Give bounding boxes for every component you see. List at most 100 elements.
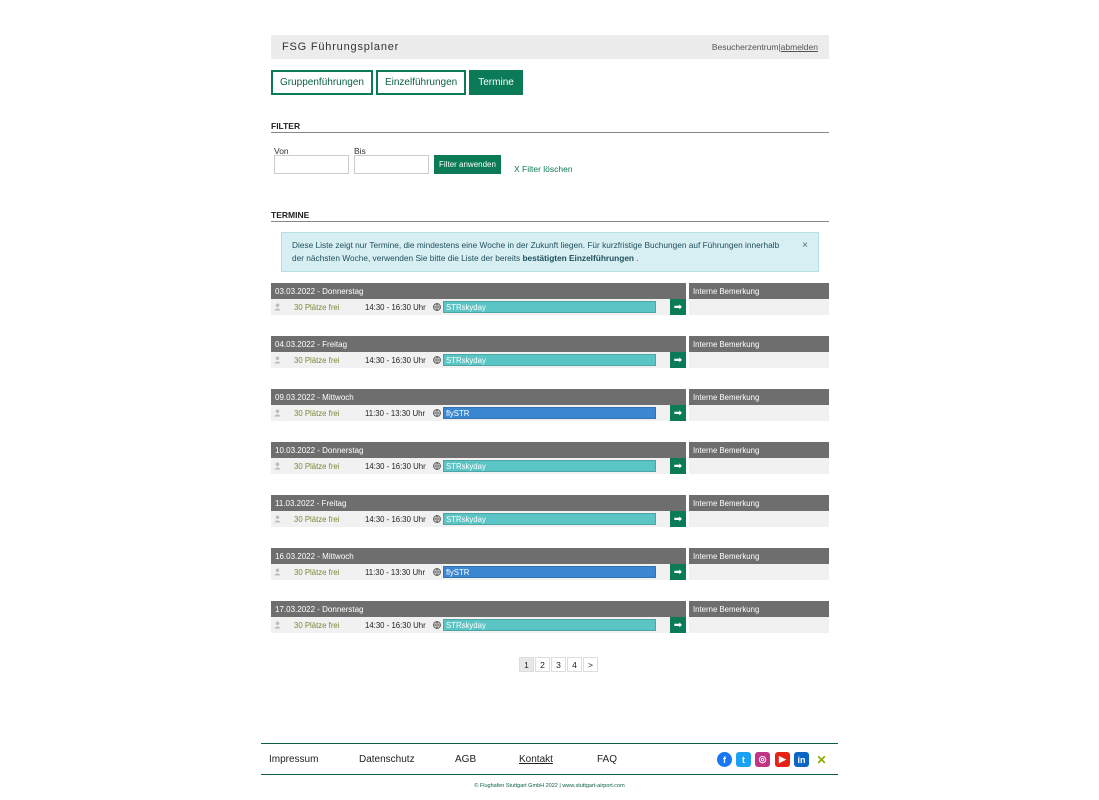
time-range: 11:30 - 13:30 Uhr xyxy=(365,567,426,577)
person-icon xyxy=(274,462,281,470)
close-icon[interactable]: × xyxy=(802,239,808,252)
footer: Impressum Datenschutz AGB Kontakt FAQ ft… xyxy=(261,743,838,775)
copyright: © Flughafen Stuttgart GmbH 2022 | www.st… xyxy=(474,783,625,789)
filter-heading: FILTER xyxy=(271,121,829,133)
filter-form: Von Bis Filter anwenden X Filter löschen xyxy=(271,133,829,183)
person-icon xyxy=(274,356,281,364)
remark-header: Interne Bemerkung xyxy=(689,442,829,458)
internal-remark-field[interactable] xyxy=(689,511,829,527)
arrow-right-icon[interactable]: ➡ xyxy=(670,511,686,527)
tour-name-bar: STRskyday xyxy=(443,619,656,631)
appointment-row: 30 Plätze frei 14:30 - 16:30 Uhr STRskyday… xyxy=(271,511,686,527)
appointment-list: 03.03.2022 - Donnerstag Interne Bemerkung… xyxy=(271,283,829,633)
instagram-icon[interactable]: ◎ xyxy=(755,752,770,767)
page-button[interactable]: 4 xyxy=(567,657,582,672)
tour-name-bar: STRskyday xyxy=(443,513,656,525)
globe-icon xyxy=(433,303,441,311)
appointment-date: 17.03.2022 - Donnerstag xyxy=(271,601,686,617)
free-places: 30 Plätze frei xyxy=(294,461,340,471)
free-places: 30 Plätze frei xyxy=(294,302,340,312)
tour-name-bar: STRskyday xyxy=(443,301,656,313)
internal-remark-field[interactable] xyxy=(689,564,829,580)
globe-icon xyxy=(433,409,441,417)
app-title: FSG Führungsplaner xyxy=(282,41,400,53)
internal-remark-field[interactable] xyxy=(689,352,829,368)
globe-icon xyxy=(433,621,441,629)
internal-remark-field[interactable] xyxy=(689,458,829,474)
person-icon xyxy=(274,568,281,576)
appointment-date: 10.03.2022 - Donnerstag xyxy=(271,442,686,458)
twitter-icon[interactable]: t xyxy=(736,752,751,767)
tab-termine[interactable]: Termine xyxy=(469,70,523,95)
remark-header: Interne Bemerkung xyxy=(689,283,829,299)
appointment-row: 30 Plätze frei 14:30 - 16:30 Uhr STRskyday… xyxy=(271,299,686,315)
appointment-group: 16.03.2022 - Mittwoch Interne Bemerkung 30… xyxy=(271,548,829,580)
arrow-right-icon[interactable]: ➡ xyxy=(670,564,686,580)
time-range: 14:30 - 16:30 Uhr xyxy=(365,302,426,312)
free-places: 30 Plätze frei xyxy=(294,355,340,365)
appointment-date: 04.03.2022 - Freitag xyxy=(271,336,686,352)
from-date-input[interactable] xyxy=(274,155,349,174)
top-bar: FSG Führungsplaner Besucherzentrum|abmel… xyxy=(271,35,829,59)
pagination: 1 2 3 4 > xyxy=(519,657,599,672)
tour-name-bar: flySTR xyxy=(443,566,656,578)
next-page-button[interactable]: > xyxy=(583,657,598,672)
remark-header: Interne Bemerkung xyxy=(689,336,829,352)
arrow-right-icon[interactable]: ➡ xyxy=(670,405,686,421)
arrow-right-icon[interactable]: ➡ xyxy=(670,617,686,633)
time-range: 14:30 - 16:30 Uhr xyxy=(365,514,426,524)
appointment-group: 04.03.2022 - Freitag Interne Bemerkung 30 … xyxy=(271,336,829,368)
clear-filter-link[interactable]: X Filter löschen xyxy=(514,164,573,174)
linkedin-icon[interactable]: in xyxy=(794,752,809,767)
footer-link-kontakt[interactable]: Kontakt xyxy=(519,754,553,765)
info-alert: Diese Liste zeigt nur Termine, die minde… xyxy=(281,232,819,272)
appointment-date: 11.03.2022 - Freitag xyxy=(271,495,686,511)
footer-link-impressum[interactable]: Impressum xyxy=(269,754,318,765)
free-places: 30 Plätze frei xyxy=(294,514,340,524)
time-range: 14:30 - 16:30 Uhr xyxy=(365,461,426,471)
footer-link-datenschutz[interactable]: Datenschutz xyxy=(359,754,415,765)
person-icon xyxy=(274,515,281,523)
visitor-center-label: Besucherzentrum xyxy=(711,42,779,52)
internal-remark-field[interactable] xyxy=(689,617,829,633)
internal-remark-field[interactable] xyxy=(689,299,829,315)
tab-bar: Gruppenführungen Einzelführungen Termine xyxy=(271,70,829,95)
free-places: 30 Plätze frei xyxy=(294,408,340,418)
globe-icon xyxy=(433,356,441,364)
appointment-row: 30 Plätze frei 11:30 - 13:30 Uhr flySTR ➡ xyxy=(271,405,686,421)
person-icon xyxy=(274,409,281,417)
footer-link-faq[interactable]: FAQ xyxy=(597,754,617,765)
page-button[interactable]: 2 xyxy=(535,657,550,672)
globe-icon xyxy=(433,462,441,470)
remark-header: Interne Bemerkung xyxy=(689,495,829,511)
to-date-input[interactable] xyxy=(354,155,429,174)
termine-heading: TERMINE xyxy=(271,210,829,222)
top-bar-links: Besucherzentrum|abmelden xyxy=(712,42,818,52)
main-container: FSG Führungsplaner Besucherzentrum|abmel… xyxy=(271,35,829,654)
appointment-group: 17.03.2022 - Donnerstag Interne Bemerkung… xyxy=(271,601,829,633)
info-text-end: . xyxy=(634,253,639,263)
tour-name-bar: STRskyday xyxy=(443,354,656,366)
person-icon xyxy=(274,621,281,629)
tour-name-bar: flySTR xyxy=(443,407,656,419)
arrow-right-icon[interactable]: ➡ xyxy=(670,458,686,474)
xing-icon[interactable]: ✕ xyxy=(814,752,829,767)
arrow-right-icon[interactable]: ➡ xyxy=(670,299,686,315)
tab-gruppenfuehrungen[interactable]: Gruppenführungen xyxy=(271,70,373,95)
time-range: 14:30 - 16:30 Uhr xyxy=(365,620,426,630)
tab-einzelfuehrungen[interactable]: Einzelführungen xyxy=(375,70,467,95)
page-button[interactable]: 1 xyxy=(519,657,534,672)
appointment-date: 16.03.2022 - Mittwoch xyxy=(271,548,686,564)
free-places: 30 Plätze frei xyxy=(294,567,340,577)
footer-link-agb[interactable]: AGB xyxy=(455,754,476,765)
remark-header: Interne Bemerkung xyxy=(689,389,829,405)
arrow-right-icon[interactable]: ➡ xyxy=(670,352,686,368)
page-button[interactable]: 3 xyxy=(551,657,566,672)
logout-link[interactable]: abmelden xyxy=(781,42,818,52)
apply-filter-button[interactable]: Filter anwenden xyxy=(434,155,501,174)
confirmed-tours-link[interactable]: bestätigten Einzelführungen xyxy=(522,253,634,263)
facebook-icon[interactable]: f xyxy=(717,752,732,767)
youtube-icon[interactable]: ▶ xyxy=(775,752,790,767)
appointment-group: 09.03.2022 - Mittwoch Interne Bemerkung 30… xyxy=(271,389,829,421)
internal-remark-field[interactable] xyxy=(689,405,829,421)
